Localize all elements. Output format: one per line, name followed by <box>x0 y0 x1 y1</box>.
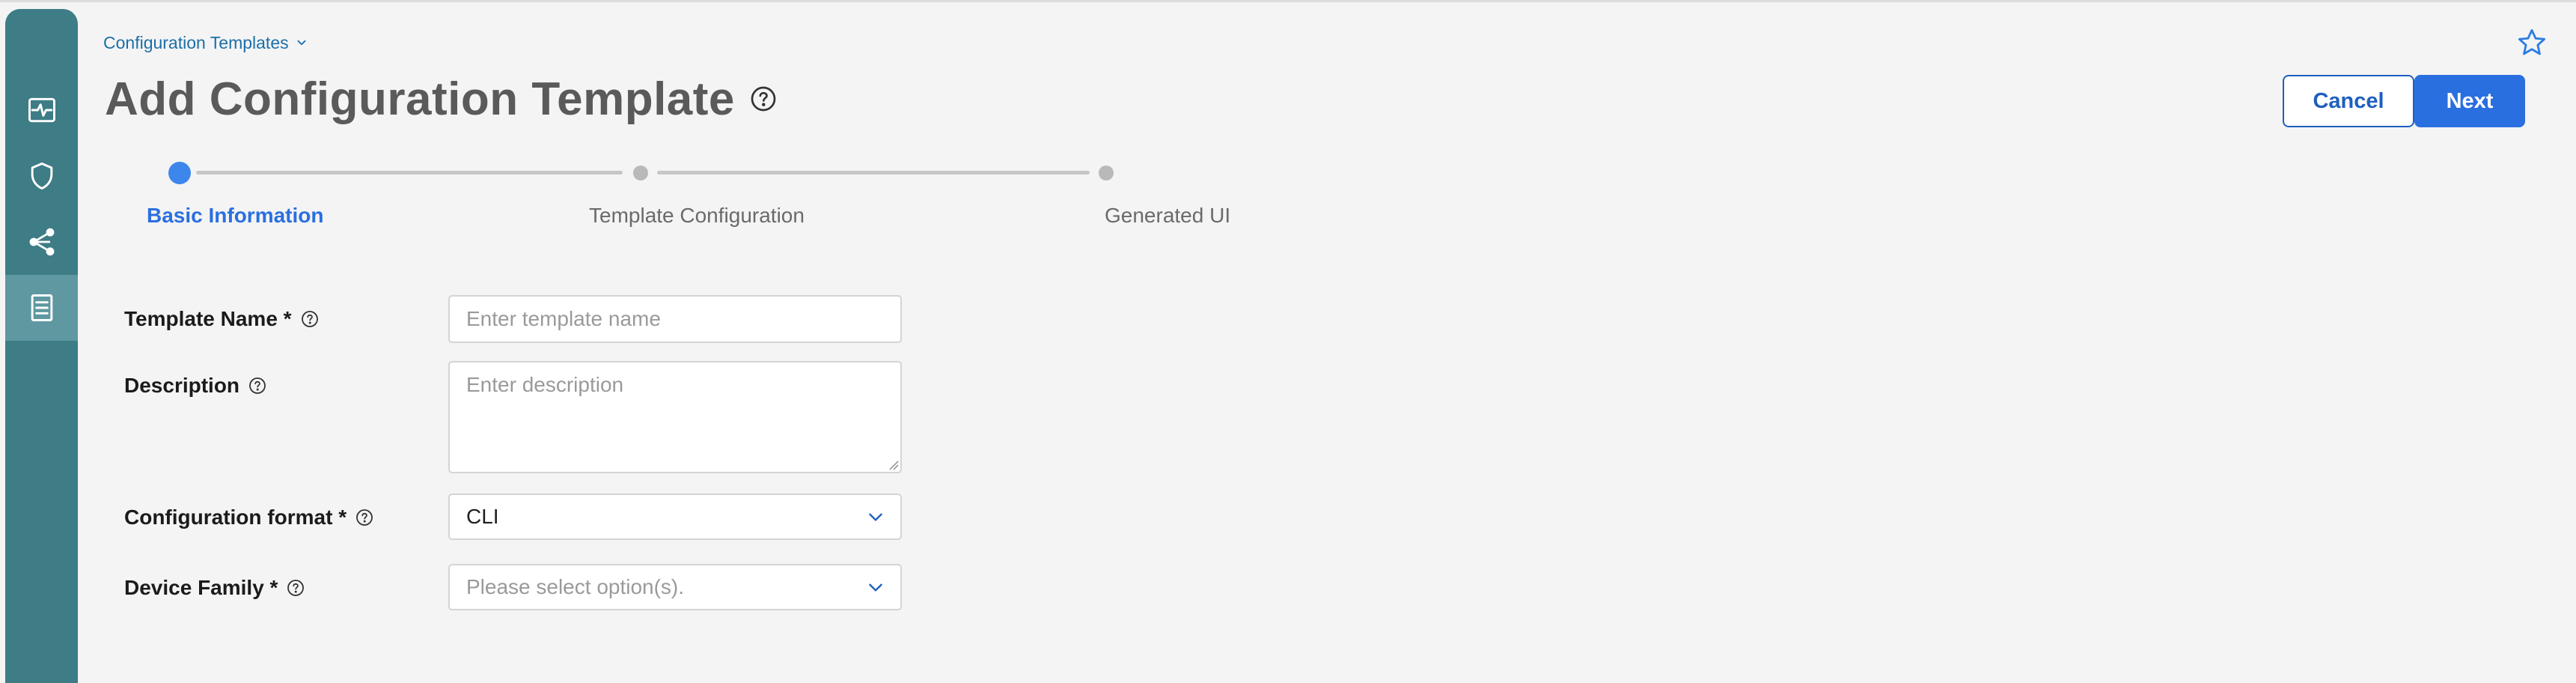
chevron-down-icon <box>869 513 882 521</box>
breadcrumb[interactable]: Configuration Templates <box>103 30 308 55</box>
template-name-placeholder: Enter template name <box>466 307 661 330</box>
chevron-down-icon <box>869 583 882 592</box>
stepper-connector <box>196 171 623 174</box>
help-circle-icon[interactable] <box>287 579 305 597</box>
device-family-label-text: Device Family * <box>124 576 278 599</box>
step-2-label: Template Configuration <box>589 204 805 227</box>
step-2-indicator <box>633 166 648 180</box>
step-1-indicator <box>168 162 191 184</box>
device-family-label: Device Family * <box>124 573 305 603</box>
sidebar-item-templates[interactable] <box>5 275 78 341</box>
step-1-label: Basic Information <box>147 204 324 227</box>
configuration-format-label: Configuration format * <box>124 503 373 532</box>
description-placeholder: Enter description <box>466 373 624 396</box>
step-3-label: Generated UI <box>1105 204 1231 227</box>
description-label-text: Description <box>124 374 240 397</box>
page-title: Add Configuration Template <box>105 73 735 125</box>
help-circle-icon[interactable] <box>248 377 266 395</box>
breadcrumb-label: Configuration Templates <box>103 32 289 52</box>
description-label: Description <box>124 371 266 401</box>
star-favorite-icon[interactable] <box>2516 27 2548 58</box>
description-textarea[interactable]: Enter description <box>448 361 902 473</box>
share-network-icon <box>29 228 54 256</box>
template-name-input[interactable]: Enter template name <box>448 295 902 343</box>
configuration-format-select[interactable]: CLI <box>448 494 902 540</box>
chevron-down-icon <box>297 40 306 46</box>
sidebar-item-security[interactable] <box>5 143 78 209</box>
stepper-connector <box>657 171 1090 174</box>
shield-icon <box>31 163 52 189</box>
help-circle-icon[interactable] <box>750 85 777 112</box>
document-list-icon <box>31 294 52 321</box>
resize-handle-icon[interactable] <box>887 458 899 470</box>
help-circle-icon[interactable] <box>301 310 319 328</box>
template-name-label: Template Name * <box>124 304 319 334</box>
top-divider <box>0 0 2576 2</box>
configuration-format-label-text: Configuration format * <box>124 506 347 529</box>
activity-monitor-icon <box>28 97 55 123</box>
template-name-label-text: Template Name * <box>124 307 292 330</box>
step-3-indicator <box>1099 166 1114 180</box>
cancel-button[interactable]: Cancel <box>2283 75 2414 127</box>
next-button[interactable]: Next <box>2414 75 2525 127</box>
sidebar-item-network[interactable] <box>5 209 78 275</box>
device-family-select[interactable]: Please select option(s). <box>448 564 902 610</box>
device-family-placeholder: Please select option(s). <box>466 575 685 598</box>
configuration-format-value: CLI <box>466 505 499 528</box>
title-row: Add Configuration Template <box>105 69 777 129</box>
sidebar-item-activity[interactable] <box>5 77 78 143</box>
help-circle-icon[interactable] <box>355 509 373 526</box>
sidebar <box>5 9 78 683</box>
